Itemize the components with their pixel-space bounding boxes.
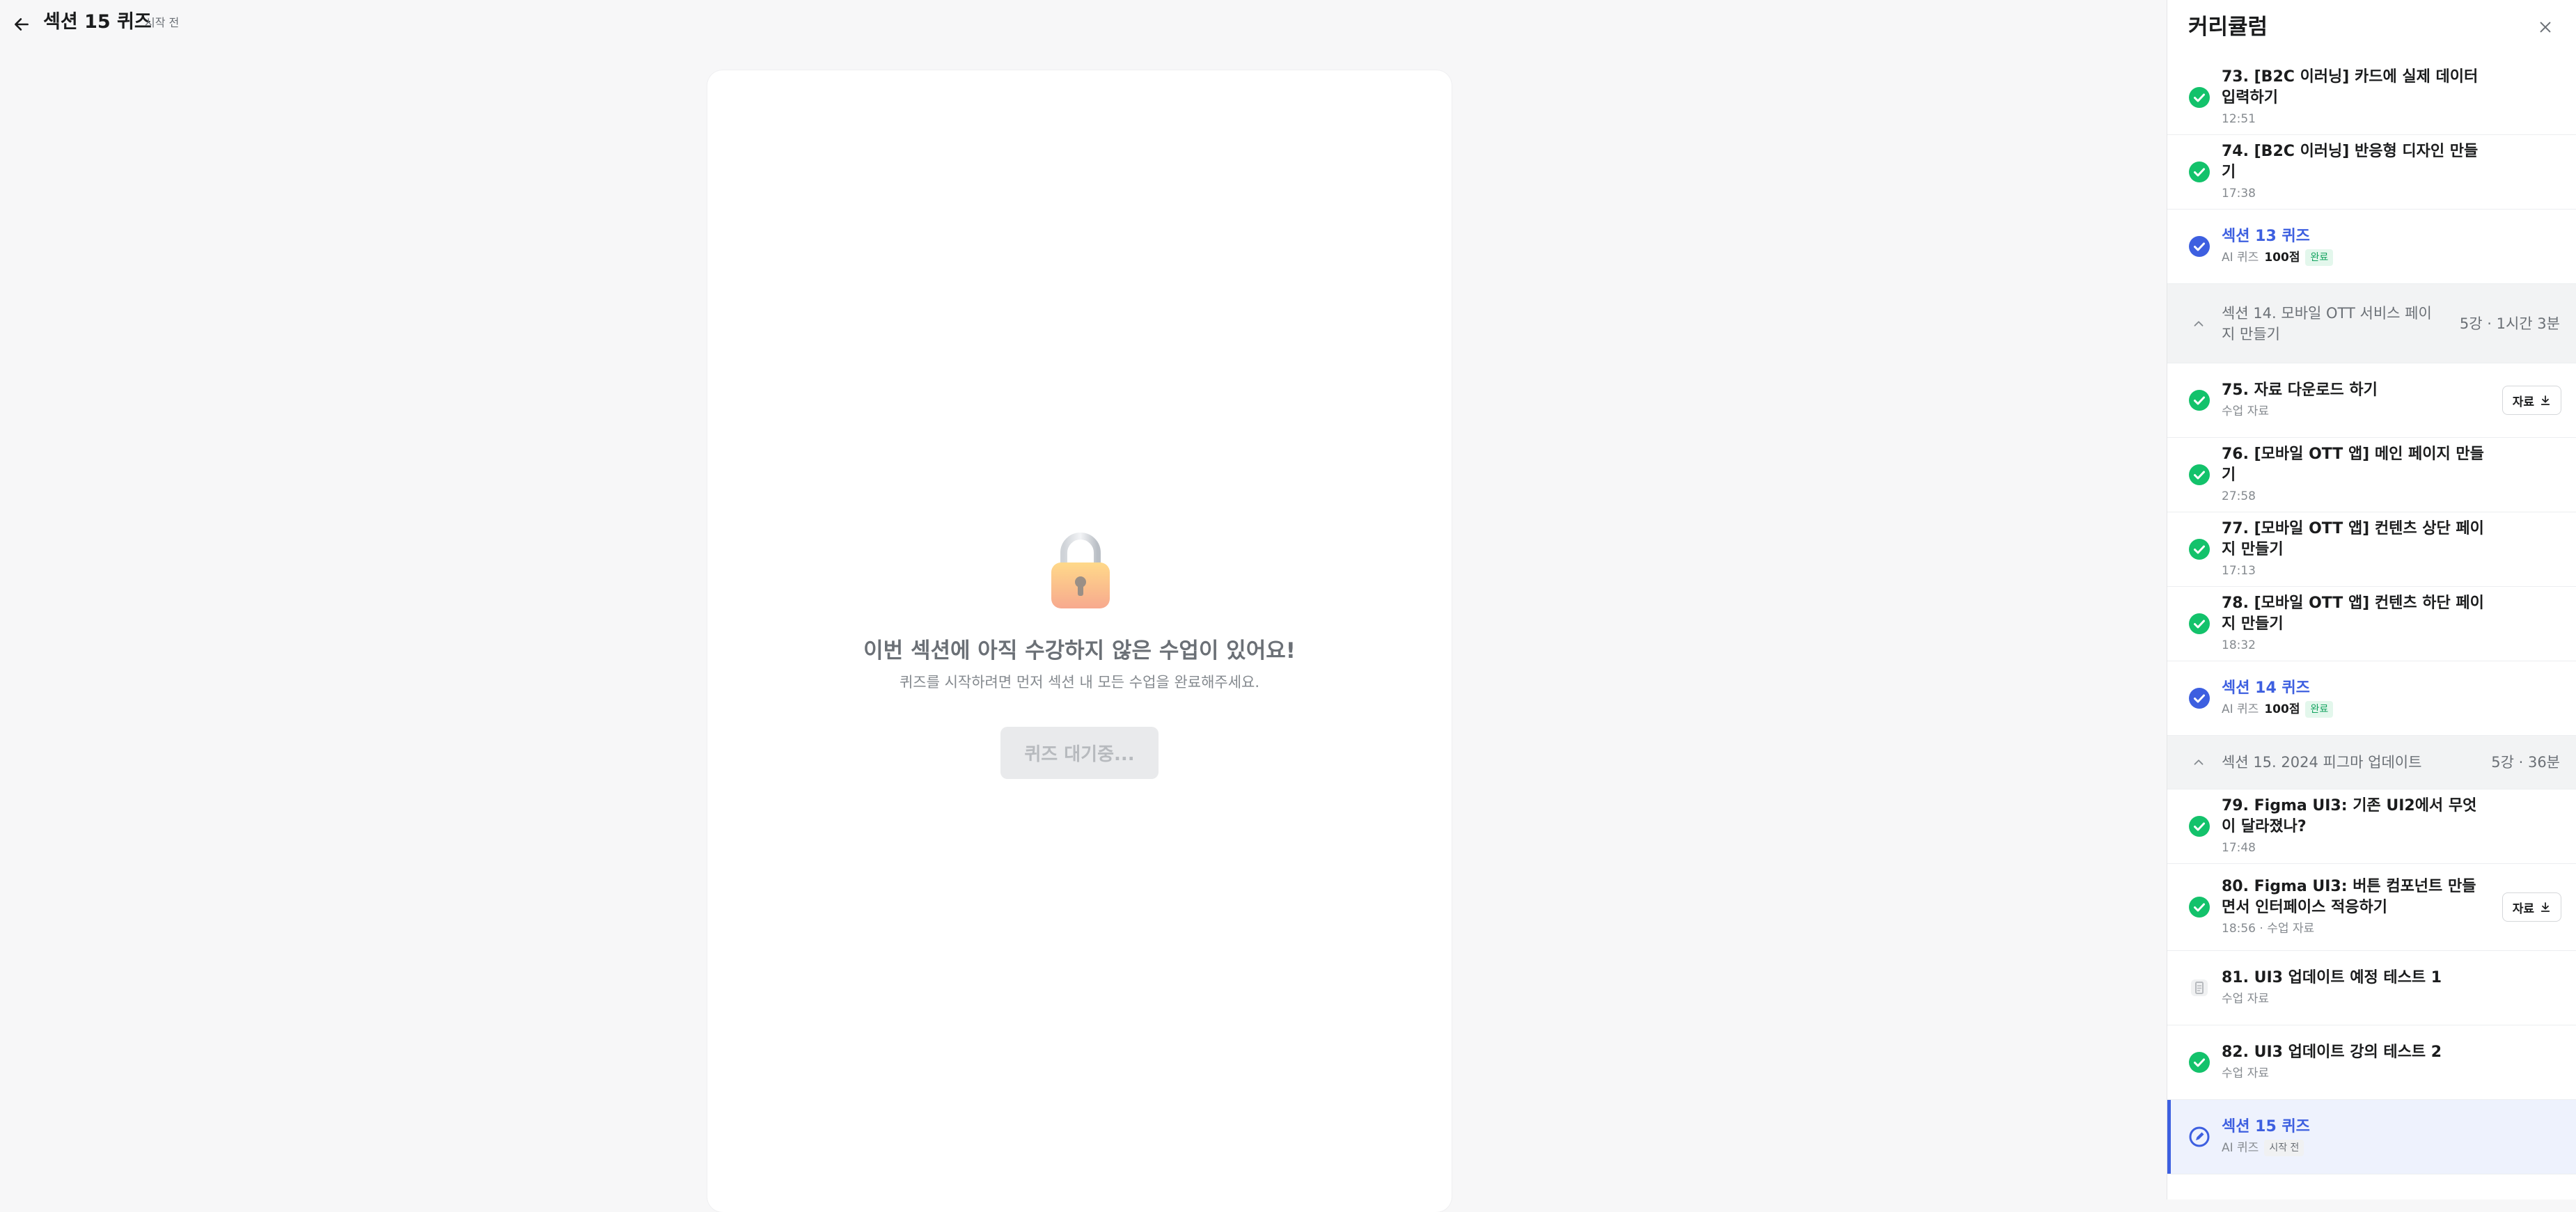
quiz-pen-icon	[2189, 1126, 2210, 1147]
lecture-title: 74. [B2C 이러닝] 반응형 디자인 만들기	[2222, 143, 2479, 181]
section-meta: 5강 · 1시간 3분	[2459, 315, 2560, 332]
quiz-title: 섹션 13 퀴즈	[2222, 228, 2310, 245]
quiz-item-section-14[interactable]: 섹션 14 퀴즈 AI 퀴즈 100점 완료	[2167, 661, 2576, 736]
lecture-item[interactable]: 81. UI3 업데이트 예정 테스트 1 수업 자료	[2167, 951, 2576, 1025]
document-icon	[2191, 979, 2208, 996]
lecture-item[interactable]: 73. [B2C 이러닝] 카드에 실제 데이터 입력하기 12:51	[2167, 61, 2576, 135]
lecture-meta: 수업 자료	[2222, 1067, 2269, 1080]
lecture-meta: 수업 자료	[2222, 404, 2269, 418]
lecture-duration: 18:32	[2222, 638, 2256, 652]
resource-download-button[interactable]: 자료	[2502, 892, 2561, 922]
section-meta: 5강 · 36분	[2491, 754, 2560, 771]
check-circle-icon	[2189, 1052, 2210, 1073]
check-circle-blue-icon	[2189, 236, 2210, 257]
quiz-score: 100점	[2264, 702, 2300, 716]
download-icon	[2540, 902, 2550, 912]
lecture-title: 82. UI3 업데이트 강의 테스트 2	[2222, 1044, 2442, 1061]
lecture-duration: 17:48	[2222, 841, 2256, 855]
check-circle-icon	[2189, 87, 2210, 108]
lecture-item[interactable]: 74. [B2C 이러닝] 반응형 디자인 만들기 17:38	[2167, 135, 2576, 210]
lecture-title: 75. 자료 다운로드 하기	[2222, 381, 2378, 399]
lecture-duration: 17:13	[2222, 564, 2256, 578]
section-header-14[interactable]: 섹션 14. 모바일 OTT 서비스 페이지 만들기 5강 · 1시간 3분	[2167, 284, 2576, 363]
lecture-item[interactable]: 75. 자료 다운로드 하기 수업 자료 자료	[2167, 363, 2576, 438]
lecture-title: 79. Figma UI3: 기존 UI2에서 무엇이 달라졌나?	[2222, 797, 2477, 835]
lecture-meta: 18:56 · 수업 자료	[2222, 922, 2315, 936]
section-header-15[interactable]: 섹션 15. 2024 피그마 업데이트 5강 · 36분	[2167, 736, 2576, 789]
lecture-title: 76. [모바일 OTT 앱] 메인 페이지 만들기	[2222, 446, 2484, 484]
check-circle-icon	[2189, 162, 2210, 182]
section-name: 섹션 15. 2024 피그마 업데이트	[2222, 754, 2422, 771]
lecture-title: 77. [모바일 OTT 앱] 컨텐츠 상단 페이지 만들기	[2222, 520, 2484, 558]
lecture-duration: 27:58	[2222, 489, 2256, 503]
quiz-item-section-15-active[interactable]: 섹션 15 퀴즈 AI 퀴즈 시작 전	[2167, 1100, 2576, 1174]
quiz-type: AI 퀴즈	[2222, 1141, 2259, 1155]
quiz-type: AI 퀴즈	[2222, 251, 2259, 265]
status-badge: 시작 전	[2264, 1140, 2304, 1156]
check-circle-icon	[2189, 390, 2210, 411]
resource-label: 자료	[2512, 902, 2534, 916]
arrow-left-icon	[15, 18, 29, 31]
lecture-title: 80. Figma UI3: 버튼 컴포넌트 만들면서 인터페이스 적응하기	[2222, 878, 2476, 916]
lecture-item[interactable]: 77. [모바일 OTT 앱] 컨텐츠 상단 페이지 만들기 17:13	[2167, 512, 2576, 587]
quiz-score: 100점	[2264, 251, 2300, 265]
page-title: 섹션 15 퀴즈	[43, 11, 152, 33]
lecture-duration: 12:51	[2222, 112, 2256, 126]
lecture-duration: 17:38	[2222, 187, 2256, 200]
quiz-wait-button[interactable]: 퀴즈 대기중...	[1000, 727, 1159, 779]
resource-download-button[interactable]: 자료	[2502, 386, 2561, 415]
lecture-item[interactable]: 78. [모바일 OTT 앱] 컨텐츠 하단 페이지 만들기 18:32	[2167, 587, 2576, 661]
curriculum-panel: 커리큘럼 73. [B2C 이러닝] 카드에 실제 데이터 입력하기 12:51…	[2167, 0, 2576, 1199]
lecture-item[interactable]: 76. [모바일 OTT 앱] 메인 페이지 만들기 27:58	[2167, 438, 2576, 512]
chevron-up-icon	[2194, 320, 2204, 326]
check-circle-blue-icon	[2189, 688, 2210, 709]
lecture-title: 73. [B2C 이러닝] 카드에 실제 데이터 입력하기	[2222, 68, 2479, 107]
status-badge: 완료	[2305, 701, 2334, 718]
lecture-item[interactable]: 79. Figma UI3: 기존 UI2에서 무엇이 달라졌나? 17:48	[2167, 789, 2576, 864]
chevron-up-icon	[2194, 760, 2204, 765]
check-circle-icon	[2189, 816, 2210, 837]
lecture-title: 81. UI3 업데이트 예정 테스트 1	[2222, 969, 2442, 986]
quiz-status: 시작 전	[145, 16, 180, 29]
status-badge: 완료	[2305, 249, 2334, 266]
check-circle-icon	[2189, 464, 2210, 485]
lecture-title: 78. [모바일 OTT 앱] 컨텐츠 하단 페이지 만들기	[2222, 595, 2484, 633]
check-circle-icon	[2189, 897, 2210, 918]
resource-label: 자료	[2512, 395, 2534, 409]
quiz-item-section-13[interactable]: 섹션 13 퀴즈 AI 퀴즈 100점 완료	[2167, 210, 2576, 284]
quiz-title: 섹션 15 퀴즈	[2222, 1118, 2310, 1135]
quiz-title: 섹션 14 퀴즈	[2222, 679, 2310, 697]
section-name: 섹션 14. 모바일 OTT 서비스 페이지 만들기	[2222, 304, 2432, 343]
download-icon	[2540, 395, 2550, 405]
check-circle-icon	[2189, 539, 2210, 560]
curriculum-header: 커리큘럼	[2167, 0, 2576, 56]
lecture-meta: 수업 자료	[2222, 992, 2269, 1006]
lecture-item[interactable]: 82. UI3 업데이트 강의 테스트 2 수업 자료	[2167, 1025, 2576, 1100]
locked-title: 이번 섹션에 아직 수강하지 않은 수업이 있어요!	[863, 638, 1296, 663]
top-bar: 섹션 15 퀴즈 시작 전	[0, 0, 2165, 46]
check-circle-icon	[2189, 613, 2210, 634]
locked-description: 퀴즈를 시작하려면 먼저 섹션 내 모든 수업을 완료해주세요.	[899, 674, 1260, 691]
lecture-item[interactable]: 80. Figma UI3: 버튼 컴포넌트 만들면서 인터페이스 적응하기 1…	[2167, 864, 2576, 951]
quiz-type: AI 퀴즈	[2222, 702, 2259, 716]
curriculum-title: 커리큘럼	[2188, 15, 2268, 40]
curriculum-list: 73. [B2C 이러닝] 카드에 실제 데이터 입력하기 12:51 74. …	[2167, 61, 2576, 1174]
lock-icon	[1051, 533, 1110, 608]
back-button[interactable]	[10, 13, 33, 36]
close-button[interactable]	[2535, 17, 2556, 38]
close-icon	[2540, 22, 2551, 33]
